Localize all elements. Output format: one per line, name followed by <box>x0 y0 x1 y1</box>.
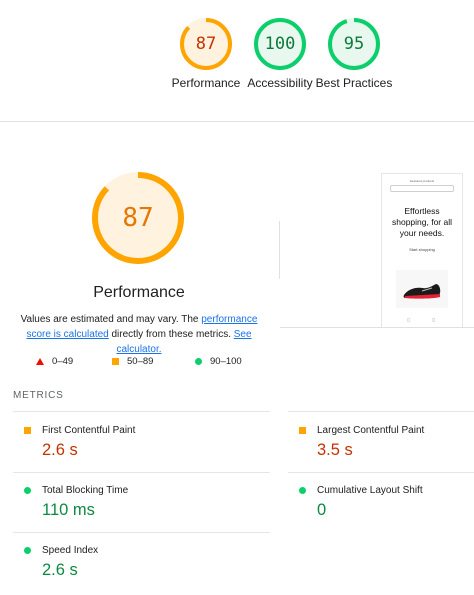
thumbnail-nav-icon-right: ◻ <box>432 317 436 322</box>
metrics-section-title: METRICS <box>13 390 64 401</box>
metric-value: 2.6 s <box>42 561 78 579</box>
shoe-icon <box>403 284 441 299</box>
average-square-icon <box>24 427 31 434</box>
performance-main-gauge: 87 <box>90 170 186 266</box>
vertical-divider <box>279 221 280 279</box>
thumbnail-header: Featured products <box>409 179 435 183</box>
triangle-icon <box>36 358 44 365</box>
metrics-divider <box>13 532 270 533</box>
best-practices-score: 95 <box>343 34 365 54</box>
square-icon <box>112 358 119 365</box>
metrics-divider <box>288 472 474 473</box>
metrics-divider <box>288 411 474 412</box>
accessibility-score: 100 <box>264 34 296 54</box>
accessibility-gauge: 100 <box>253 17 307 71</box>
legend-fail: 0–49 <box>36 356 73 367</box>
metric-name: First Contentful Paint <box>42 425 136 436</box>
performance-score: 87 <box>195 34 217 54</box>
pass-circle-icon <box>299 487 306 494</box>
performance-main-score: 87 <box>122 203 154 233</box>
performance-title: Performance <box>93 284 185 301</box>
thumbnail-search-bar <box>390 185 454 192</box>
legend-average: 50–89 <box>112 356 153 367</box>
metric-value: 2.6 s <box>42 441 78 459</box>
performance-gauge: 87 <box>179 17 233 71</box>
shoe-image <box>396 270 448 308</box>
thumbnail-nav-icon-left: ◻ <box>407 317 411 322</box>
thumbnail-cta: Start shopping <box>409 247 435 252</box>
metric-name: Cumulative Layout Shift <box>317 485 423 496</box>
accessibility-label: Accessibility <box>247 76 313 90</box>
metric-value: 110 ms <box>42 501 95 519</box>
legend-pass-range: 90–100 <box>210 356 242 367</box>
thumbnail-divider <box>280 327 474 328</box>
pass-circle-icon <box>24 487 31 494</box>
final-screenshot-thumbnail[interactable]: Featured products Effortless shopping, f… <box>381 173 463 328</box>
metrics-divider <box>13 411 270 412</box>
metric-name: Speed Index <box>42 545 99 556</box>
best-practices-gauge: 95 <box>327 17 381 71</box>
metric-name: Total Blocking Time <box>42 485 129 496</box>
legend-average-range: 50–89 <box>127 356 154 367</box>
thumbnail-headline: Effortless shopping, for all your needs. <box>391 206 452 238</box>
metric-value: 3.5 s <box>317 441 353 459</box>
desc-prefix: Values are estimated and may vary. The <box>20 314 202 325</box>
legend-pass: 90–100 <box>195 356 242 367</box>
desc-middle: directly from these metrics. <box>108 329 234 340</box>
performance-description: Values are estimated and may vary. The p… <box>14 312 264 357</box>
metric-name: Largest Contentful Paint <box>317 425 425 436</box>
metrics-divider <box>13 472 270 473</box>
pass-circle-icon <box>24 547 31 554</box>
circle-icon <box>195 358 202 365</box>
average-square-icon <box>299 427 306 434</box>
metric-value: 0 <box>317 501 327 519</box>
best-practices-label: Best Practices <box>315 76 393 90</box>
legend-fail-range: 0–49 <box>52 356 74 367</box>
header-divider <box>0 121 474 122</box>
